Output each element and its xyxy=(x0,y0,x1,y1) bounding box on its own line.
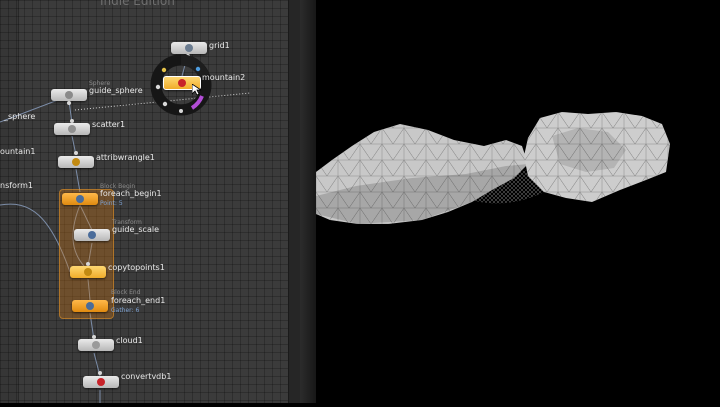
node-foreach-end1[interactable] xyxy=(72,300,108,312)
node-foreach-begin1[interactable] xyxy=(62,193,98,205)
node-attribwrangle1-input[interactable] xyxy=(74,151,78,155)
node-mountain2-label: mountain2 xyxy=(202,73,246,82)
node-guide-scale-label: guide_scale xyxy=(112,225,159,234)
scene-viewport[interactable] xyxy=(316,0,720,403)
node-foreach-end1-attr: Gather: 6 xyxy=(111,307,140,314)
mountain-icon xyxy=(178,79,186,87)
node-guide-sphere[interactable] xyxy=(51,89,87,101)
mouse-cursor-icon xyxy=(192,84,201,96)
node-attribwrangle1[interactable] xyxy=(58,156,94,168)
node-guide-scale[interactable] xyxy=(74,229,110,241)
loop-end-icon xyxy=(86,302,94,310)
node-convertvdb1-input[interactable] xyxy=(98,371,102,375)
grid-icon xyxy=(185,44,193,52)
node-guide-sphere-output[interactable] xyxy=(67,101,71,105)
wrangle-icon xyxy=(72,158,80,166)
left-label-transform: nsform1 xyxy=(0,181,33,190)
node-guide-sphere-label: guide_sphere xyxy=(89,86,143,95)
left-label-sphere: _sphere xyxy=(4,112,36,121)
network-editor[interactable]: Indie Edition _sphere ountain1 nsform1 g… xyxy=(0,0,316,403)
rock-geometry xyxy=(316,112,670,224)
node-convertvdb1-label: convertvdb1 xyxy=(121,372,172,381)
node-copytopoints1[interactable] xyxy=(70,266,106,278)
node-scatter1-label: scatter1 xyxy=(92,120,126,129)
panel-divider[interactable] xyxy=(300,0,316,403)
loop-begin-icon xyxy=(76,195,84,203)
node-scatter1[interactable] xyxy=(54,123,90,135)
node-foreach-begin1-label: foreach_begin1 xyxy=(100,189,162,198)
node-cloud1[interactable] xyxy=(78,339,114,351)
node-foreach-end1-type: Block End xyxy=(111,289,141,296)
node-foreach-end1-label: foreach_end1 xyxy=(111,296,166,305)
node-grid1-label: grid1 xyxy=(209,41,230,50)
node-convertvdb1[interactable] xyxy=(83,376,119,388)
copy-icon xyxy=(84,268,92,276)
vdb-icon xyxy=(97,378,105,386)
left-label-mountain: ountain1 xyxy=(0,147,36,156)
node-attribwrangle1-label: attribwrangle1 xyxy=(96,153,155,162)
transform-icon xyxy=(88,231,96,239)
scatter-icon xyxy=(68,125,76,133)
cloud-icon xyxy=(92,341,100,349)
sphere-icon xyxy=(65,91,73,99)
node-copytopoints1-label: copytopoints1 xyxy=(108,263,165,272)
node-cloud1-label: cloud1 xyxy=(116,336,143,345)
node-foreach-begin1-attr: Point: 5 xyxy=(100,200,123,207)
